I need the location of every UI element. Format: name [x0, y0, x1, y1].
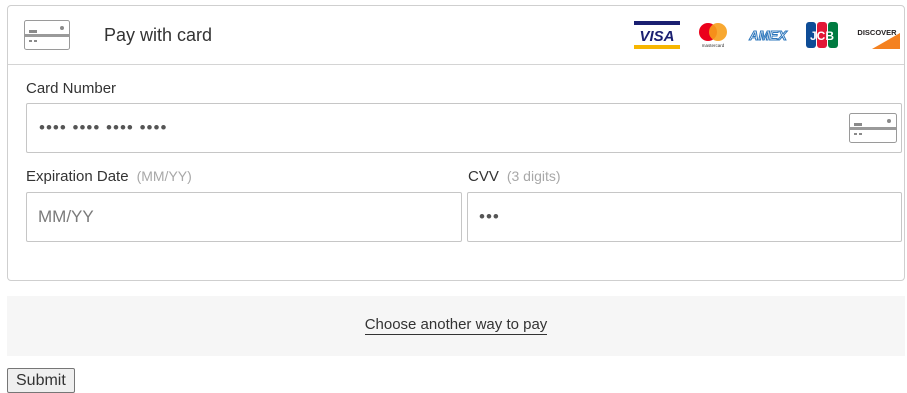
mastercard-wordmark: mastercard: [702, 43, 725, 48]
expiration-date-hint: (MM/YY): [136, 168, 192, 184]
panel-title: Pay with card: [104, 25, 213, 45]
cvv-input[interactable]: •••: [467, 192, 902, 242]
credit-card-icon: [849, 113, 897, 143]
card-number-input[interactable]: •••• •••• •••• ••••: [26, 103, 902, 153]
cvv-value: •••: [479, 207, 500, 226]
expiration-date-label: Expiration Date (MM/YY): [26, 168, 192, 185]
pay-with-card-panel: Pay with card VISA mastercard AMEX JCB D…: [7, 5, 905, 281]
discover-wordmark: DISCOVER: [857, 28, 897, 37]
panel-header: Pay with card VISA mastercard AMEX JCB D…: [8, 6, 904, 65]
payment-page: Pay with card VISA mastercard AMEX JCB D…: [0, 0, 907, 393]
amex-icon: AMEX: [746, 25, 790, 45]
card-number-value: •••• •••• •••• ••••: [39, 118, 168, 137]
amex-wordmark: AMEX: [748, 28, 788, 43]
alternative-payment-bar: Choose another way to pay: [7, 296, 905, 356]
alternative-payment-row: Choose another way to pay: [7, 316, 905, 335]
visa-wordmark: VISA: [639, 28, 674, 45]
submit-button[interactable]: Submit: [7, 368, 75, 393]
expiration-date-label-text: Expiration Date: [26, 168, 129, 185]
credit-card-icon: [24, 20, 70, 50]
expiration-date-placeholder: MM/YY: [38, 207, 94, 226]
visa-icon: VISA: [634, 21, 680, 49]
expiration-date-input[interactable]: MM/YY: [26, 192, 462, 242]
jcb-icon: JCB: [806, 22, 838, 48]
discover-icon: DISCOVER: [854, 21, 900, 49]
choose-another-way-link[interactable]: Choose another way to pay: [364, 316, 548, 335]
cvv-hint: (3 digits): [506, 168, 561, 184]
jcb-wordmark: JCB: [810, 29, 834, 43]
cvv-label-text: CVV: [468, 168, 499, 185]
card-number-label: Card Number: [26, 80, 117, 97]
mastercard-icon: mastercard: [696, 21, 730, 49]
card-brands: VISA mastercard AMEX JCB DISCOVER: [618, 21, 900, 49]
cvv-label: CVV (3 digits): [468, 168, 561, 185]
